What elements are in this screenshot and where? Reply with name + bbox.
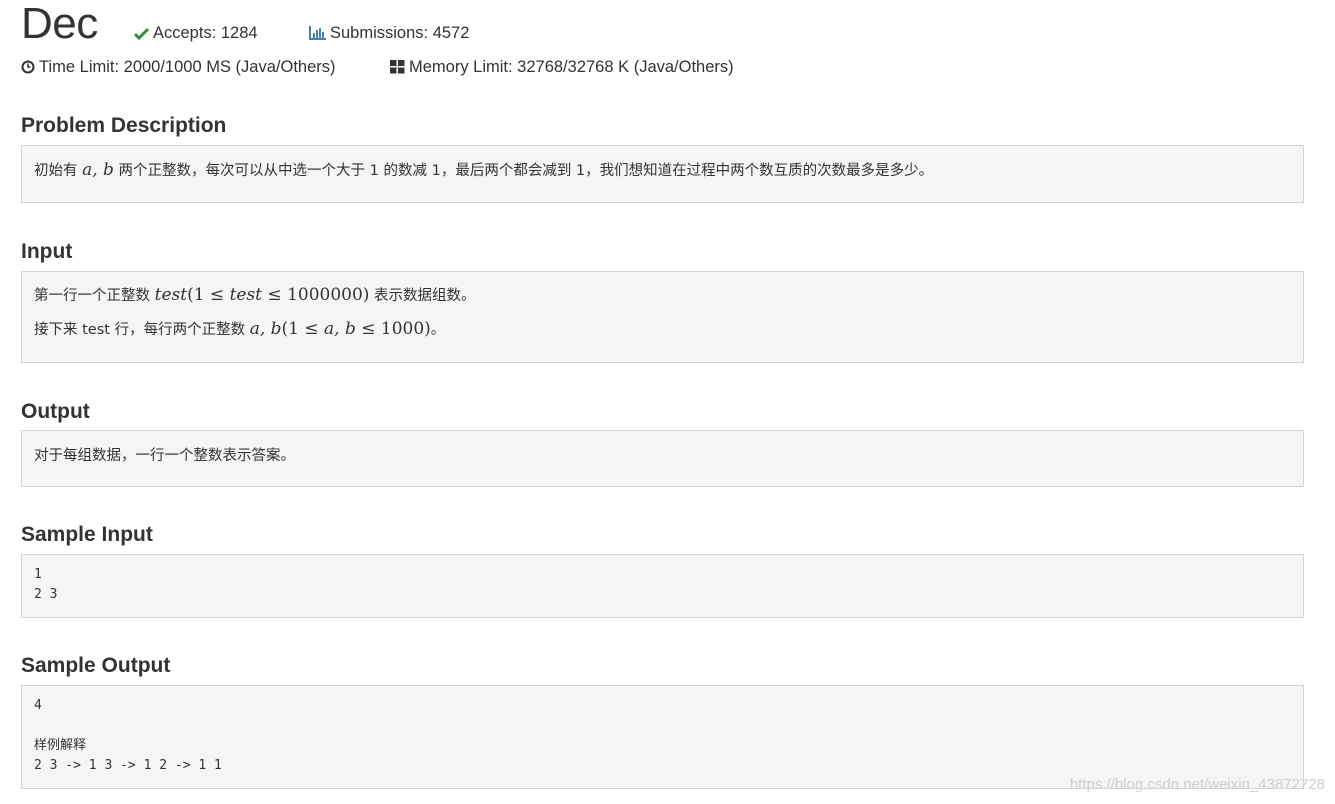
- sample-output-heading: Sample Output: [21, 654, 171, 677]
- time-limit-text: Time Limit: 2000/1000 MS (Java/Others): [39, 58, 336, 76]
- sample-output-code: 4 样例解释 2 3 -> 1 3 -> 1 2 -> 1 1: [34, 698, 222, 773]
- time-limit: Time Limit: 2000/1000 MS (Java/Others): [21, 57, 336, 79]
- submissions-stat: Submissions: 4572: [308, 23, 469, 45]
- memory-limit: Memory Limit: 32768/32768 K (Java/Others…: [390, 57, 734, 79]
- input-box: 第一行一个正整数 test(1 ≤ test ≤ 1000000) 表示数据组数…: [21, 271, 1304, 363]
- description-text: 初始有 a, b 两个正整数，每次可以从中选一个大于 1 的数减 1，最后两个都…: [34, 160, 934, 180]
- sample-input-heading: Sample Input: [21, 523, 153, 546]
- problem-title: Dec: [21, 0, 98, 48]
- sample-input-code: 1 2 3: [34, 567, 58, 602]
- memory-limit-text: Memory Limit: 32768/32768 K (Java/Others…: [409, 58, 734, 76]
- input-line-2: 接下来 test 行，每行两个正整数 a, b(1 ≤ a, b ≤ 1000)…: [34, 319, 446, 339]
- accepts-stat: Accepts: 1284: [133, 23, 258, 45]
- check-icon: [133, 25, 150, 45]
- accepts-text: Accepts: 1284: [153, 24, 258, 42]
- description-box: 初始有 a, b 两个正整数，每次可以从中选一个大于 1 的数减 1，最后两个都…: [21, 145, 1304, 203]
- submissions-text: Submissions: 4572: [330, 24, 470, 42]
- input-line-1: 第一行一个正整数 test(1 ≤ test ≤ 1000000) 表示数据组数…: [34, 285, 476, 305]
- output-text: 对于每组数据，一行一个整数表示答案。: [34, 448, 295, 464]
- watermark: https://blog.csdn.net/weixin_43872728: [1069, 776, 1325, 793]
- output-heading: Output: [21, 400, 90, 423]
- clock-icon: [21, 59, 35, 79]
- sample-output-box: 4 样例解释 2 3 -> 1 3 -> 1 2 -> 1 1: [21, 685, 1304, 789]
- output-box: 对于每组数据，一行一个整数表示答案。: [21, 430, 1304, 487]
- grid-icon: [390, 59, 405, 79]
- sample-input-box: 1 2 3: [21, 554, 1304, 618]
- description-heading: Problem Description: [21, 114, 227, 137]
- input-heading: Input: [21, 240, 73, 263]
- problem-page: Dec Accepts: 1284 Submissions: 4572 Time…: [0, 0, 1335, 804]
- bar-chart-icon: [308, 25, 326, 45]
